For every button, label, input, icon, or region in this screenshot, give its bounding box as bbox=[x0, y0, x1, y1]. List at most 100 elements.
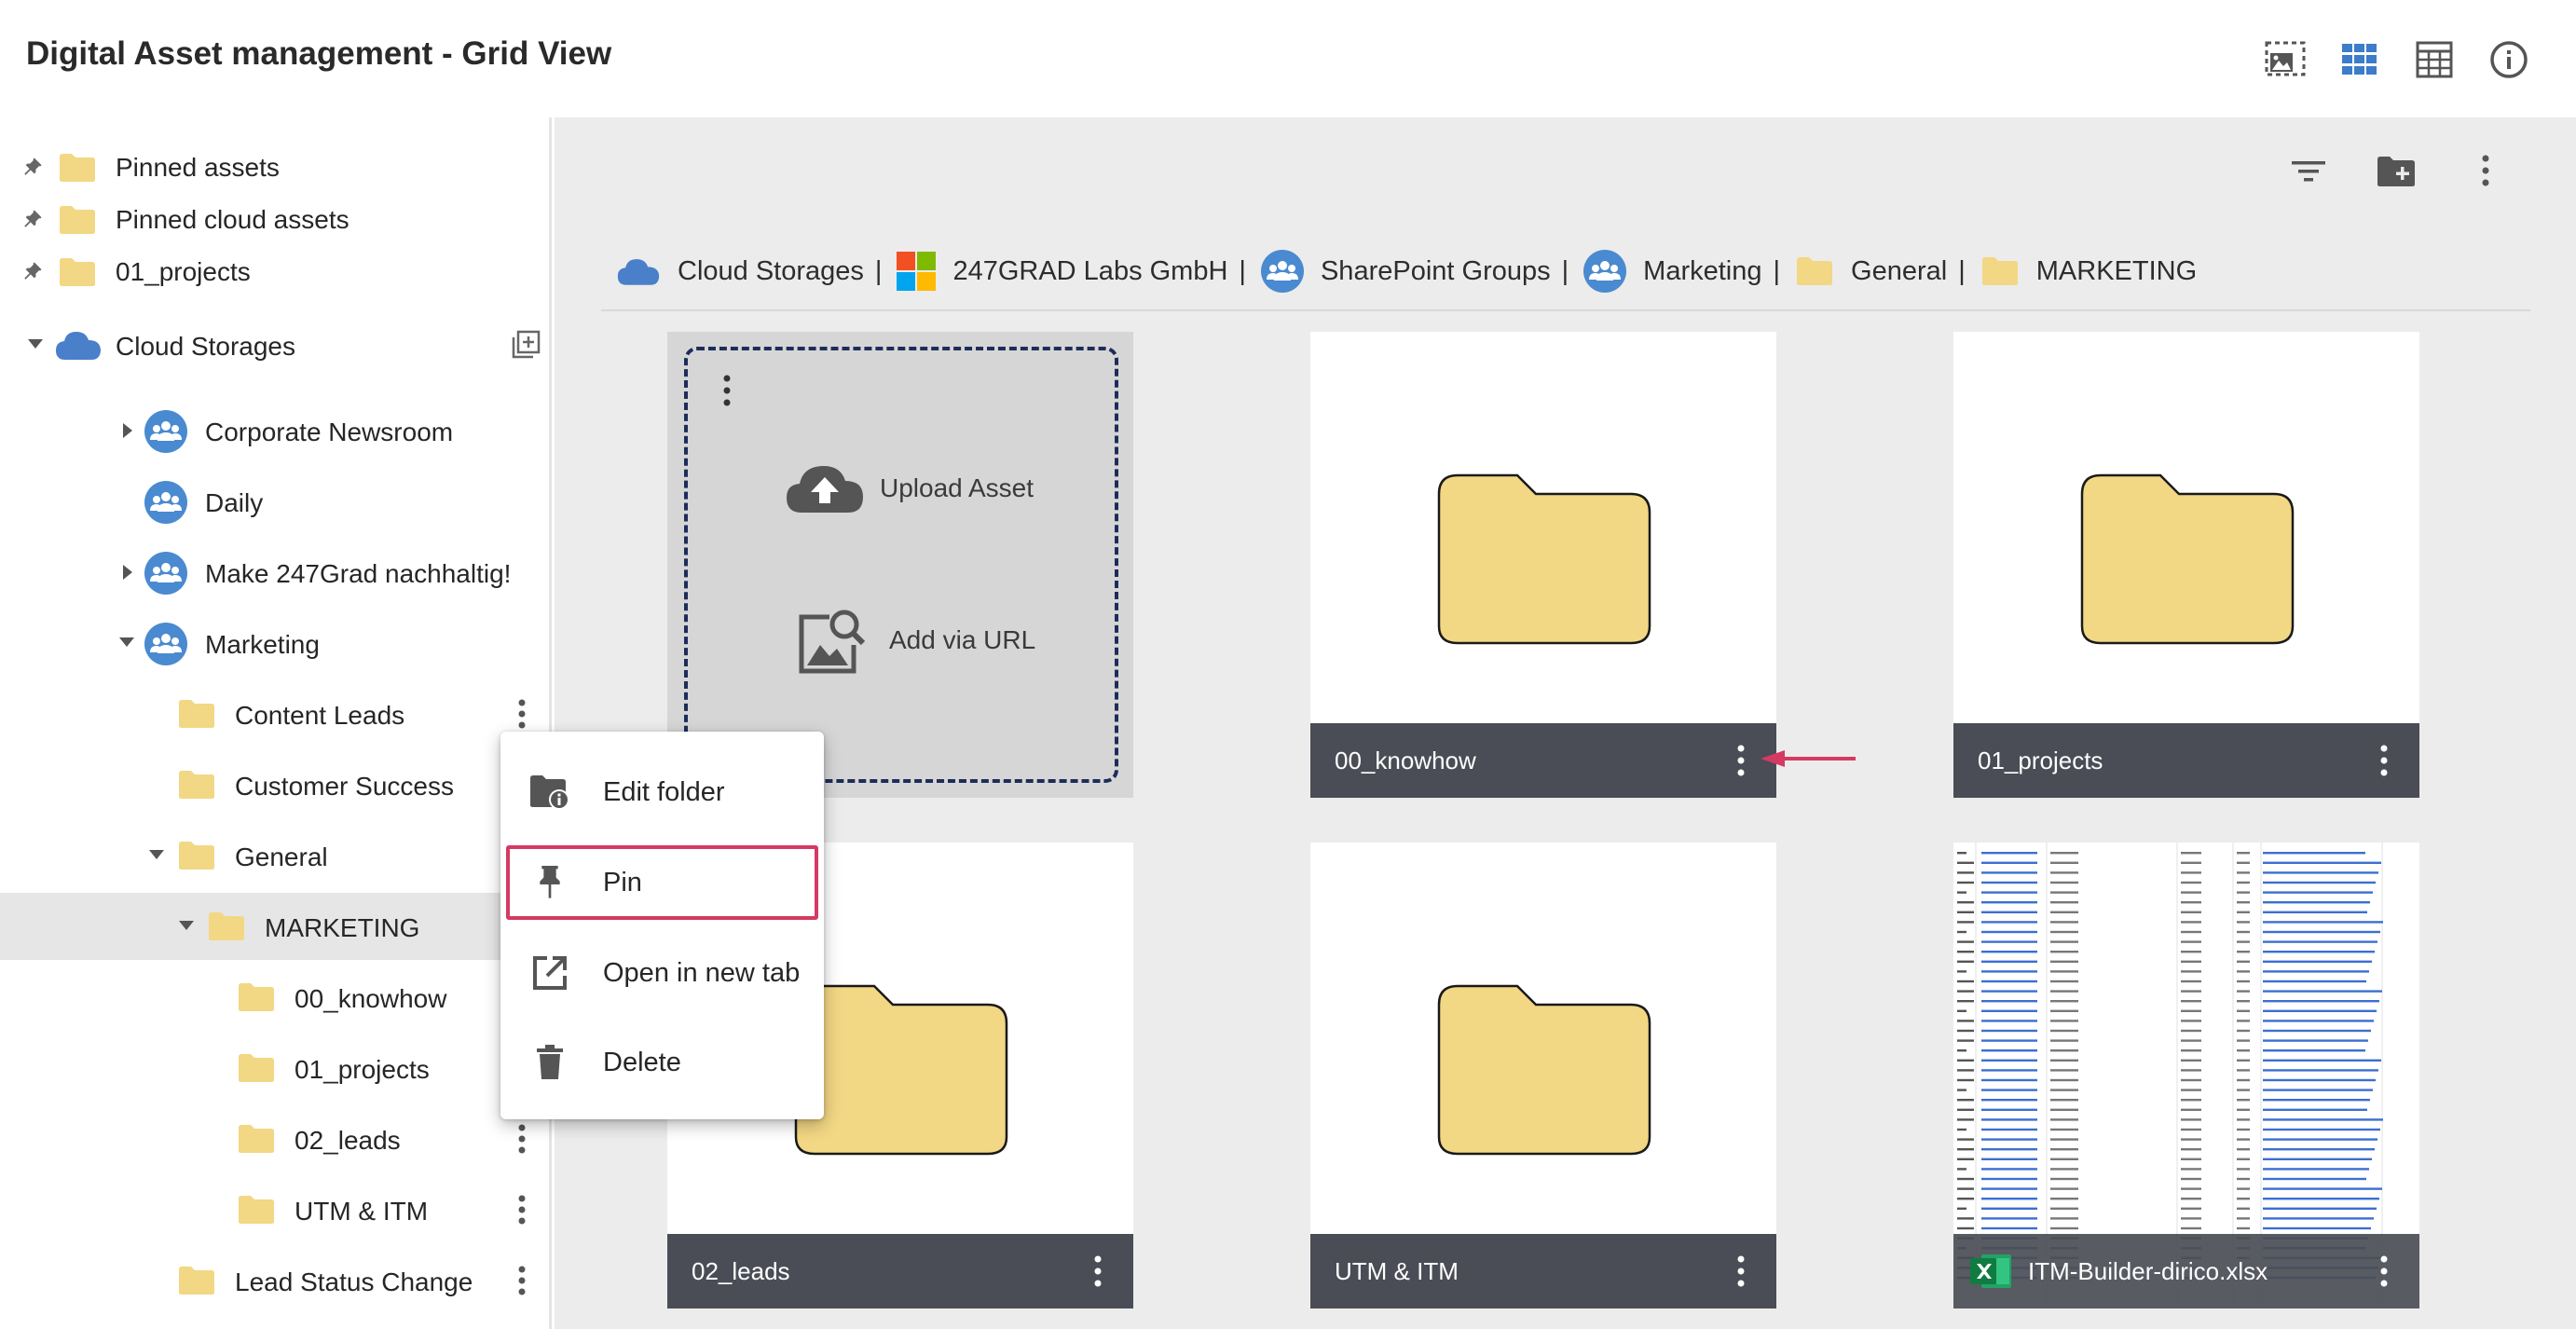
more-vert-icon[interactable] bbox=[503, 1111, 541, 1167]
more-vert-icon[interactable] bbox=[1722, 1243, 1760, 1299]
image-select-icon[interactable] bbox=[2259, 34, 2311, 86]
filter-icon[interactable] bbox=[2290, 157, 2327, 186]
menu-item-edit-folder[interactable]: Edit folder bbox=[500, 750, 824, 834]
sidebar-item-utm-itm[interactable]: UTM & ITM bbox=[0, 1176, 550, 1243]
sidebar-item-content-leads[interactable]: Content Leads bbox=[0, 680, 550, 747]
new-folder-icon[interactable] bbox=[2376, 155, 2417, 188]
asset-caption: UTM & ITM bbox=[1310, 1234, 1776, 1308]
sheet-line bbox=[2181, 1177, 2201, 1181]
sheet-line bbox=[2181, 911, 2201, 913]
sidebar-item-general[interactable]: General bbox=[0, 822, 550, 889]
breadcrumb-item-sharepoint-groups[interactable]: SharePoint Groups bbox=[1260, 250, 1551, 293]
caret-down-icon[interactable] bbox=[117, 636, 136, 649]
sheet-line bbox=[1981, 861, 2037, 864]
pinned-item-pinned-cloud-assets[interactable]: Pinned cloud assets bbox=[0, 192, 550, 248]
sidebar-item-marketing-folder[interactable]: MARKETING bbox=[0, 893, 550, 960]
sheet-line bbox=[1957, 1168, 1966, 1171]
caret-right-icon[interactable] bbox=[121, 421, 134, 440]
sheet-line bbox=[1981, 930, 2037, 934]
sheet-line bbox=[1957, 1039, 1974, 1042]
add-via-url-button[interactable]: Add via URL bbox=[796, 604, 1035, 677]
sidebar-item-02-leads[interactable]: 02_leads bbox=[0, 1105, 550, 1172]
pinned-item-01-projects[interactable]: 01_projects bbox=[0, 244, 550, 300]
more-vert-icon[interactable] bbox=[2365, 1243, 2403, 1299]
add-storage-icon[interactable] bbox=[511, 330, 541, 360]
sheet-line bbox=[2181, 891, 2201, 894]
sidebar-item-01-projects[interactable]: 01_projects bbox=[0, 1034, 550, 1102]
drop-zone[interactable]: Upload Asset Add via URL bbox=[684, 347, 1118, 783]
sheet-line bbox=[1981, 1009, 2037, 1012]
upload-card[interactable]: Upload Asset Add via URL bbox=[667, 332, 1133, 798]
folder-icon bbox=[1435, 982, 1653, 1158]
breadcrumb-item-247grad-labs[interactable]: 247GRAD Labs GmbH bbox=[897, 252, 1227, 291]
sheet-line bbox=[2050, 970, 2078, 973]
sheet-line bbox=[2237, 901, 2250, 904]
more-vert-icon[interactable] bbox=[1079, 1243, 1117, 1299]
sheet-line bbox=[2181, 1198, 2201, 1200]
menu-item-label: Edit folder bbox=[603, 776, 725, 807]
sidebar-item-customer-success[interactable]: Customer Success bbox=[0, 751, 550, 818]
folder-icon bbox=[177, 1265, 216, 1296]
pinned-item-pinned-assets[interactable]: Pinned assets bbox=[0, 140, 550, 196]
sheet-line bbox=[1981, 1187, 2037, 1190]
menu-item-delete[interactable]: Delete bbox=[500, 1021, 824, 1104]
folder-icon bbox=[237, 1123, 276, 1155]
sidebar-item-00-knowhow[interactable]: 00_knowhow bbox=[0, 964, 550, 1031]
more-vert-icon[interactable] bbox=[503, 1253, 541, 1308]
sidebar-item-marketing[interactable]: Marketing bbox=[0, 610, 550, 677]
sheet-line bbox=[2050, 1108, 2078, 1111]
main-content: Cloud Storages | 247GRAD Labs GmbH | Sha… bbox=[555, 117, 2576, 1329]
breadcrumb-item-marketing[interactable]: Marketing bbox=[1583, 250, 1762, 293]
sheet-line bbox=[1981, 1148, 2037, 1151]
asset-card-folder[interactable]: UTM & ITM bbox=[1310, 843, 1776, 1308]
grid-view-icon[interactable] bbox=[2334, 34, 2386, 86]
sheet-line bbox=[2181, 970, 2201, 973]
sheet-line bbox=[2237, 881, 2250, 884]
sheet-line bbox=[2181, 1078, 2201, 1082]
more-vert-icon[interactable] bbox=[1722, 733, 1760, 788]
info-icon[interactable] bbox=[2483, 34, 2535, 86]
sidebar-item-label: Customer Success bbox=[235, 772, 454, 801]
upload-asset-button[interactable]: Upload Asset bbox=[783, 460, 1034, 516]
sheet-line bbox=[2050, 1128, 2078, 1131]
sheet-line bbox=[2263, 1078, 2376, 1082]
table-view-icon[interactable] bbox=[2408, 34, 2460, 86]
more-vert-icon[interactable] bbox=[2365, 733, 2403, 788]
breadcrumb-label: Cloud Storages bbox=[678, 255, 864, 286]
asset-card-folder[interactable]: 01_projects bbox=[1953, 332, 2419, 798]
breadcrumb-item-general[interactable]: General bbox=[1795, 255, 1947, 287]
breadcrumb-item-cloud-storages[interactable]: Cloud Storages bbox=[616, 255, 864, 287]
sheet-line bbox=[1981, 1078, 2037, 1082]
sheet-line bbox=[2237, 1099, 2250, 1102]
more-vert-icon[interactable] bbox=[2482, 155, 2489, 186]
sidebar-item-lead-status-change[interactable]: Lead Status Change bbox=[0, 1247, 550, 1314]
caret-down-icon[interactable] bbox=[26, 337, 45, 350]
sheet-line bbox=[2181, 852, 2201, 855]
sheet-line bbox=[1981, 891, 2037, 894]
caret-down-icon[interactable] bbox=[147, 848, 166, 861]
sidebar-item-daily[interactable]: Daily bbox=[0, 468, 550, 535]
sheet-line bbox=[2237, 1158, 2250, 1160]
asset-card-folder[interactable]: 00_knowhow bbox=[1310, 332, 1776, 798]
sidebar-item-make-247grad-nachhaltig[interactable]: Make 247Grad nachhaltig! bbox=[0, 539, 550, 606]
sheet-line bbox=[2263, 1039, 2368, 1042]
sheet-line bbox=[2181, 1148, 2201, 1151]
sheet-line bbox=[1957, 1217, 1974, 1220]
more-vert-icon[interactable] bbox=[723, 375, 731, 406]
menu-item-open-in-new-tab[interactable]: Open in new tab bbox=[500, 931, 824, 1015]
sidebar-item-cloud-storages[interactable]: Cloud Storages bbox=[0, 315, 550, 377]
caret-right-icon[interactable] bbox=[121, 563, 134, 582]
sheet-line bbox=[2181, 960, 2201, 963]
more-vert-icon[interactable] bbox=[503, 1182, 541, 1238]
sheet-line bbox=[2181, 1029, 2201, 1033]
breadcrumb-separator: | bbox=[1239, 255, 1246, 286]
sheet-line bbox=[1957, 951, 1974, 953]
breadcrumb-item-marketing-folder[interactable]: MARKETING bbox=[1980, 255, 2197, 287]
sheet-line bbox=[2263, 1138, 2377, 1141]
sheet-line bbox=[2050, 911, 2078, 913]
asset-card-file[interactable]: ITM-Builder-dirico.xlsx bbox=[1953, 843, 2419, 1308]
menu-item-pin[interactable]: Pin bbox=[500, 841, 824, 925]
sheet-line bbox=[2050, 1020, 2078, 1022]
sidebar-item-corporate-newsroom[interactable]: Corporate Newsroom bbox=[0, 397, 550, 464]
caret-down-icon[interactable] bbox=[177, 919, 196, 932]
